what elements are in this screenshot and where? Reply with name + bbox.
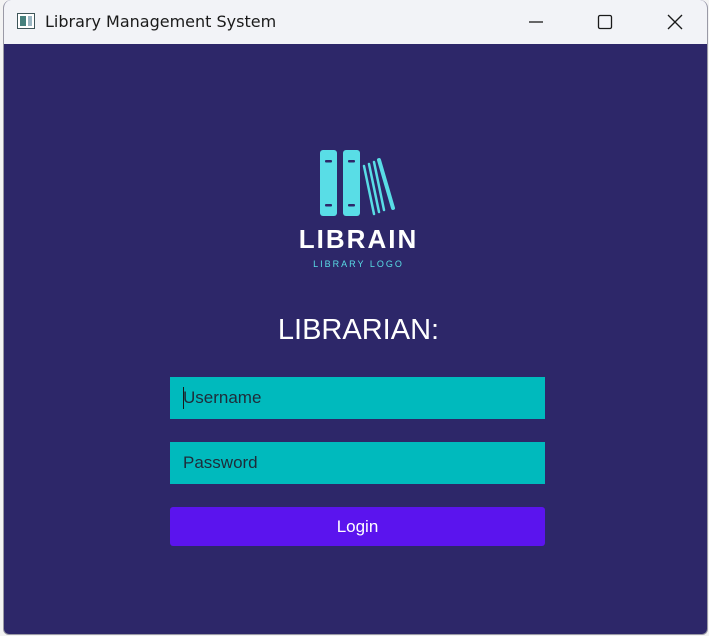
window-title: Library Management System (45, 12, 277, 31)
app-window: Library Management System LIBRAIN LIBRAR… (3, 0, 708, 635)
username-field[interactable] (170, 377, 545, 419)
books-logo-icon (320, 150, 395, 216)
logo-tagline: LIBRARY LOGO (313, 259, 404, 269)
title-bar[interactable]: Library Management System (4, 0, 707, 44)
minimize-button[interactable] (513, 0, 559, 44)
close-icon (667, 14, 683, 30)
login-heading: LIBRARIAN: (277, 314, 440, 346)
maximize-icon (597, 14, 613, 30)
app-window-icon (17, 13, 35, 29)
text-caret (183, 387, 184, 409)
minimize-icon (529, 21, 543, 23)
close-button[interactable] (652, 0, 698, 44)
password-field[interactable] (170, 442, 545, 484)
login-panel: LIBRAIN LIBRARY LOGO LIBRARIAN: Login (4, 44, 707, 634)
logo-wordmark: LIBRAIN (298, 224, 419, 254)
login-button[interactable]: Login (170, 507, 545, 546)
maximize-button[interactable] (582, 0, 628, 44)
